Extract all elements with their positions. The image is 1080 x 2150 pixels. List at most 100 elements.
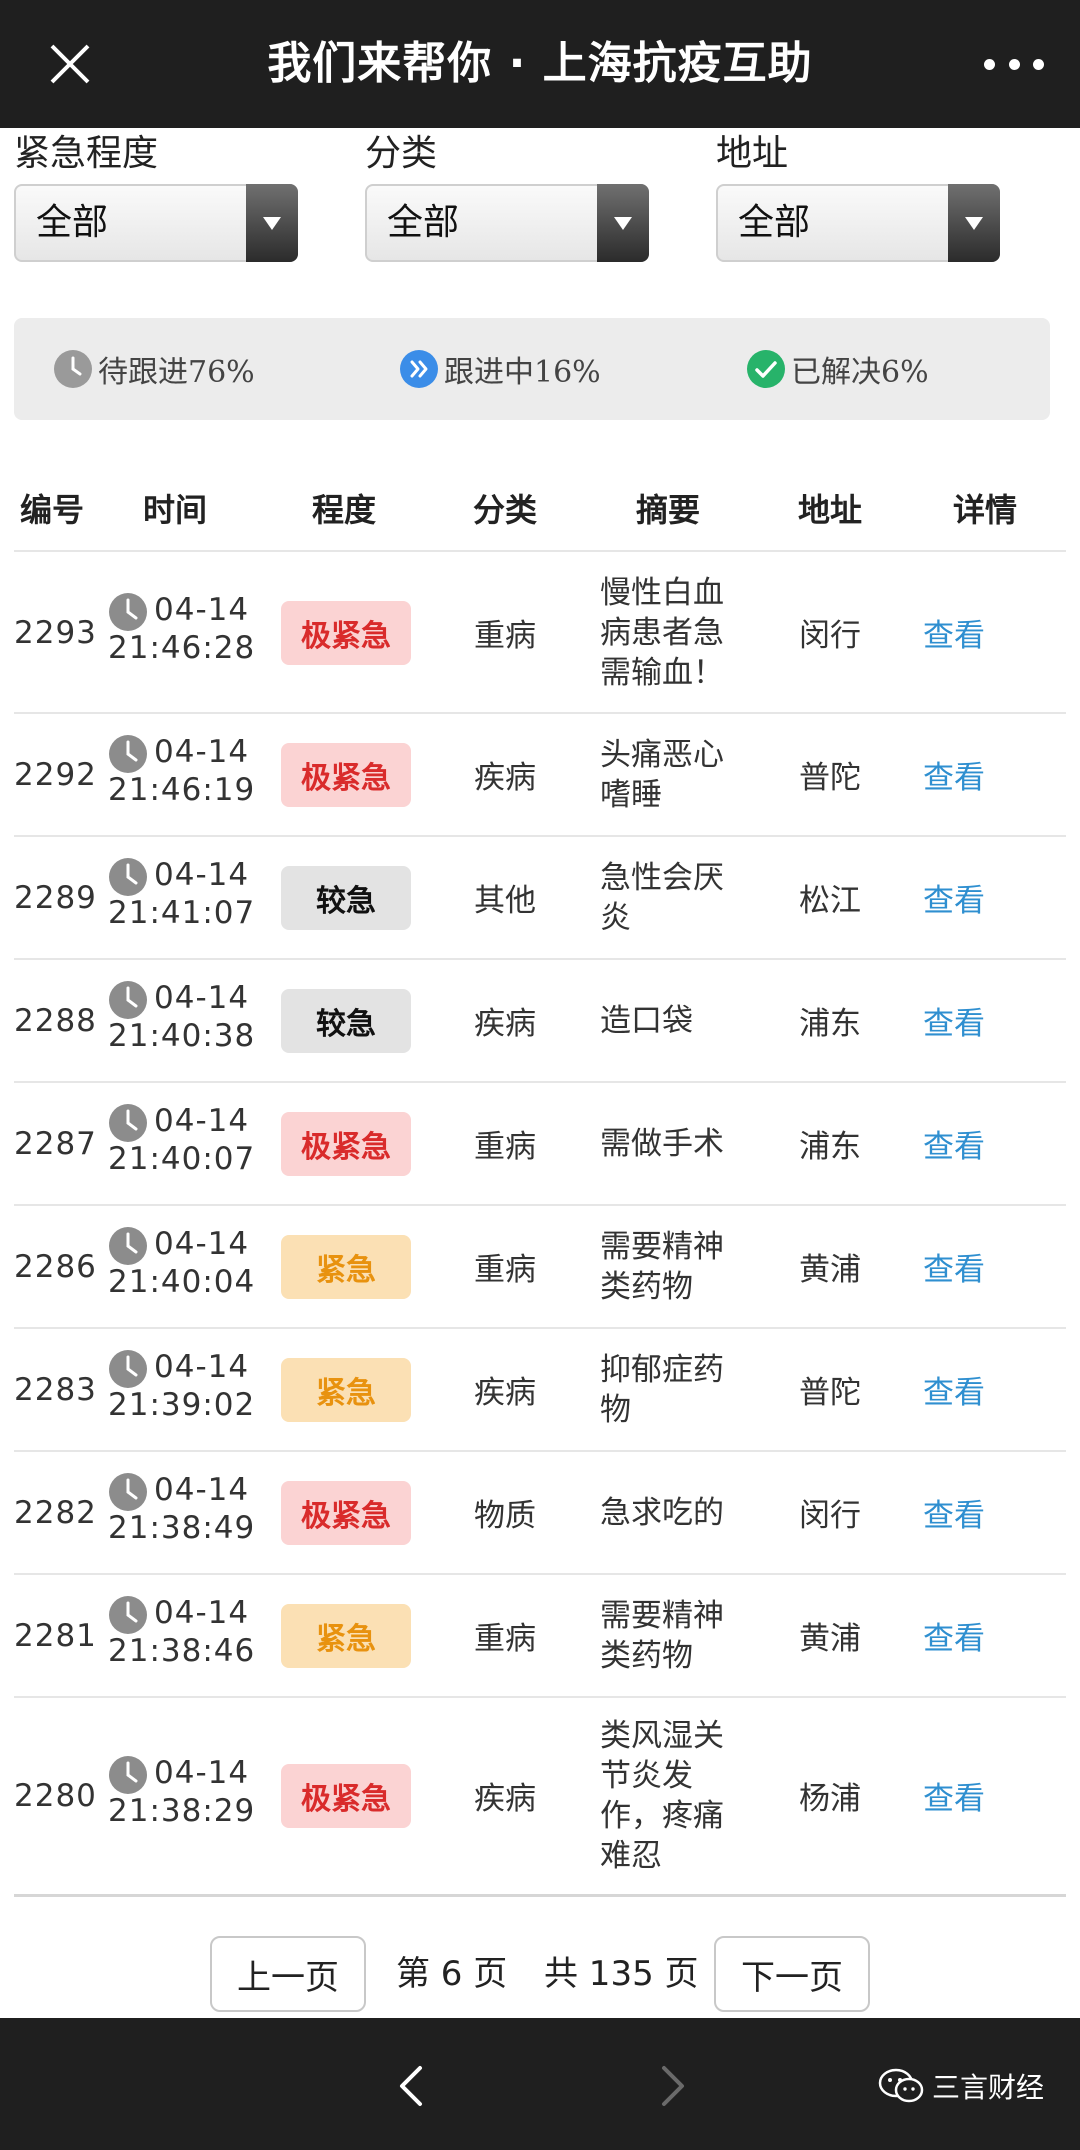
summary-line: 需要精神	[600, 1597, 724, 1634]
column-header-time: 时间	[142, 491, 207, 529]
time-cell: 04-14 21:40:04	[108, 1205, 278, 1328]
summary: 急性会厌炎	[600, 836, 740, 959]
column-header-summary: 摘要	[635, 491, 700, 529]
summary: 需要精神 类药物	[600, 1205, 740, 1328]
address: 闵行	[799, 1498, 861, 1534]
column-header-id: 编号	[19, 491, 84, 529]
urgency-select[interactable]: 全部	[14, 184, 298, 262]
table-row: 2289 04-14 21:41:07 较急 其他 急性会厌炎松江 查看	[0, 836, 1080, 959]
view-detail-link[interactable]: 查看	[904, 1451, 1004, 1574]
request-date: 04-14	[154, 979, 250, 1016]
time-cell: 04-14 21:40:07	[108, 1082, 278, 1205]
summary-line: 急性会厌	[600, 859, 724, 896]
stat-pending[interactable]: 待跟进76%	[54, 318, 255, 420]
view-detail-link[interactable]: 查看	[904, 1082, 1004, 1205]
request-time: 21:38:49	[108, 1509, 256, 1546]
view-detail-link[interactable]: 查看	[904, 1205, 1004, 1328]
view-detail-link[interactable]: 查看	[904, 713, 1004, 836]
urgency-badge: 紧急	[281, 1603, 411, 1668]
table-row: 2292 04-14 21:46:19 极紧急 疾病 头痛恶心 嗜睡 普陀 查看	[0, 713, 1080, 836]
clock-icon	[109, 1103, 147, 1142]
summary-line: 需输血！	[600, 654, 724, 691]
table-row: 2286 04-14 21:40:04 紧急 重病 需要精神 类药物 黄浦 查看	[0, 1205, 1080, 1328]
summary: 类风湿关 节炎发 作，疼痛 难忍	[600, 1697, 740, 1894]
time-cell: 04-14 21:41:07	[108, 836, 278, 959]
column-header-detail: 详情	[952, 491, 1017, 529]
level-cell: 极紧急	[280, 552, 412, 713]
category-select[interactable]: 全部	[365, 184, 649, 262]
request-time: 21:46:28	[108, 629, 256, 666]
urgency-badge: 极紧急	[281, 1763, 411, 1828]
summary-line: 慢性白血	[600, 574, 724, 611]
next-page-button[interactable]: 下一页	[714, 1936, 870, 2012]
request-date: 04-14	[154, 591, 250, 628]
request-id: 2283	[14, 1371, 97, 1408]
summary: 需要精神 类药物	[600, 1574, 740, 1697]
view-detail-link[interactable]: 查看	[904, 1328, 1004, 1451]
filter-label: 分类	[365, 133, 438, 174]
level-cell: 极紧急	[280, 1697, 412, 1894]
time-cell: 04-14 21:38:49	[108, 1451, 278, 1574]
request-time: 21:40:04	[108, 1263, 256, 1300]
category: 重病	[474, 618, 536, 654]
stat-label: 已解决6%	[791, 355, 929, 390]
category: 疾病	[474, 1006, 536, 1042]
address: 黄浦	[799, 1621, 861, 1657]
watermark-brand: 三言财经	[878, 2064, 1044, 2108]
stat-resolved[interactable]: 已解决6%	[747, 318, 929, 420]
page-title: 我们来帮你 · 上海抗疫互助	[267, 38, 813, 89]
request-time: 21:40:07	[108, 1140, 256, 1177]
category: 其他	[474, 883, 536, 919]
request-time: 21:41:07	[108, 894, 256, 931]
request-time: 21:39:02	[108, 1386, 256, 1423]
address: 浦东	[799, 1006, 861, 1042]
pagination: 上一页 第 6 页 共 135 页 下一页	[0, 1936, 1080, 2016]
bottom-nav-bar: 三言财经	[0, 2018, 1080, 2150]
title-bar: 我们来帮你 · 上海抗疫互助	[0, 0, 1080, 128]
request-time: 21:46:19	[108, 771, 256, 808]
close-icon[interactable]	[48, 42, 92, 86]
view-detail-link[interactable]: 查看	[904, 1697, 1004, 1894]
request-time: 21:38:46	[108, 1632, 256, 1669]
address: 闵行	[799, 618, 861, 654]
urgency-badge: 紧急	[281, 1234, 411, 1299]
table-row: 2283 04-14 21:39:02 紧急 疾病 抑郁症药物普陀 查看	[0, 1328, 1080, 1451]
filter-label: 地址	[716, 133, 789, 174]
address: 普陀	[799, 760, 861, 796]
more-icon[interactable]	[984, 44, 1044, 84]
request-date: 04-14	[154, 1471, 250, 1508]
time-cell: 04-14 21:46:28	[108, 552, 278, 713]
address: 浦东	[799, 1129, 861, 1165]
clock-icon	[109, 857, 147, 896]
summary-line: 头痛恶心	[600, 736, 724, 773]
time-cell: 04-14 21:38:46	[108, 1574, 278, 1697]
request-id: 2282	[14, 1494, 97, 1531]
urgency-badge: 极紧急	[281, 742, 411, 807]
category: 重病	[474, 1129, 536, 1165]
view-detail-link[interactable]: 查看	[904, 836, 1004, 959]
table-row: 2287 04-14 21:40:07 极紧急 重病 需做手术 浦东 查看	[0, 1082, 1080, 1205]
view-detail-link[interactable]: 查看	[904, 959, 1004, 1082]
time-cell: 04-14 21:46:19	[108, 713, 278, 836]
category: 重病	[474, 1252, 536, 1288]
prev-page-button[interactable]: 上一页	[210, 1936, 366, 2012]
level-cell: 较急	[280, 836, 412, 959]
urgency-badge: 极紧急	[281, 1111, 411, 1176]
address-select[interactable]: 全部	[716, 184, 1000, 262]
summary: 造口袋	[600, 959, 740, 1082]
level-cell: 极紧急	[280, 713, 412, 836]
clock-icon	[109, 1595, 147, 1634]
summary-line: 难忍	[600, 1837, 662, 1874]
filter-address: 地址 全部	[716, 128, 1006, 262]
summary-line: 造口袋	[600, 1002, 693, 1039]
dropdown-arrow-icon	[597, 184, 649, 262]
stat-in-progress[interactable]: 跟进中16%	[400, 318, 601, 420]
view-detail-link[interactable]: 查看	[904, 552, 1004, 713]
summary-line: 物	[600, 1391, 631, 1428]
view-detail-link[interactable]: 查看	[904, 1574, 1004, 1697]
request-date: 04-14	[154, 856, 250, 893]
summary-line: 类药物	[600, 1268, 693, 1305]
chevron-left-icon[interactable]	[392, 2064, 432, 2108]
total-pages: 共 135 页	[544, 1954, 699, 1994]
request-time: 21:38:29	[108, 1792, 256, 1829]
